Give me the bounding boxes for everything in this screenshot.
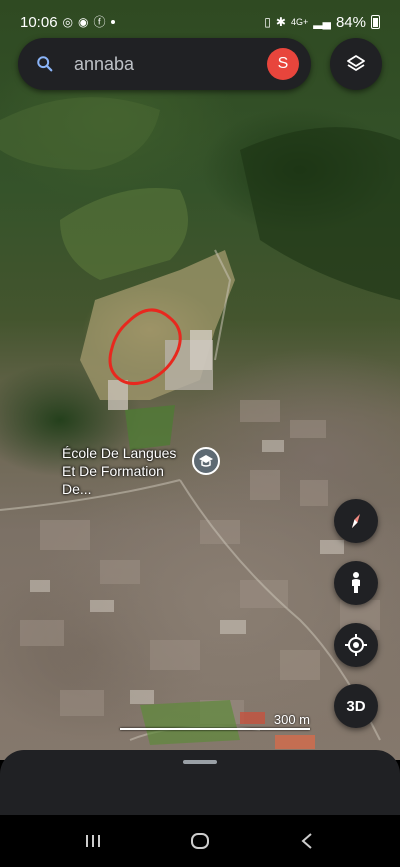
account-avatar[interactable]: S: [267, 48, 299, 80]
home-icon: [190, 833, 209, 849]
search-bar[interactable]: annaba S: [18, 38, 311, 90]
my-location-icon: [345, 634, 367, 656]
back-icon: [301, 833, 312, 849]
place-label[interactable]: École De Langues Et De Formation De...: [62, 444, 192, 498]
layers-icon: [347, 55, 365, 71]
search-icon[interactable]: [36, 55, 54, 73]
my-location-button[interactable]: [334, 623, 378, 667]
battery-icon: [371, 15, 380, 29]
layers-button[interactable]: [330, 38, 382, 90]
scale-bar: [120, 728, 310, 730]
sheet-drag-handle[interactable]: [183, 760, 217, 764]
alarm-icon: ▯: [264, 15, 271, 29]
home-button[interactable]: [180, 821, 220, 861]
scale-label: 300 m: [273, 712, 310, 727]
network-type: 4G+: [290, 16, 309, 27]
bluetooth-icon: ✱: [275, 15, 286, 29]
signal-icon: ▂▄: [313, 15, 331, 29]
status-time: 10:06: [20, 13, 58, 31]
compass-button[interactable]: [334, 499, 378, 543]
more-notifications-icon: [110, 20, 115, 24]
pegman-icon: [352, 572, 360, 593]
notification-icon: ◎: [62, 15, 74, 29]
facebook-icon: ⓕ: [93, 15, 106, 29]
school-pin[interactable]: [192, 447, 220, 475]
back-button[interactable]: [287, 821, 327, 861]
street-view-button[interactable]: [334, 561, 378, 605]
three-d-button[interactable]: 3D: [334, 684, 378, 728]
system-nav-bar: [0, 815, 400, 867]
recents-button[interactable]: [73, 821, 113, 861]
map-scale: 300 m: [120, 712, 310, 732]
search-input[interactable]: annaba: [74, 54, 267, 75]
school-icon: [199, 455, 213, 467]
bottom-sheet[interactable]: [0, 750, 400, 820]
chrome-icon: ◉: [78, 15, 89, 29]
compass-icon: [352, 514, 360, 528]
recents-icon: [86, 835, 101, 847]
battery-percent: 84%: [335, 13, 366, 31]
